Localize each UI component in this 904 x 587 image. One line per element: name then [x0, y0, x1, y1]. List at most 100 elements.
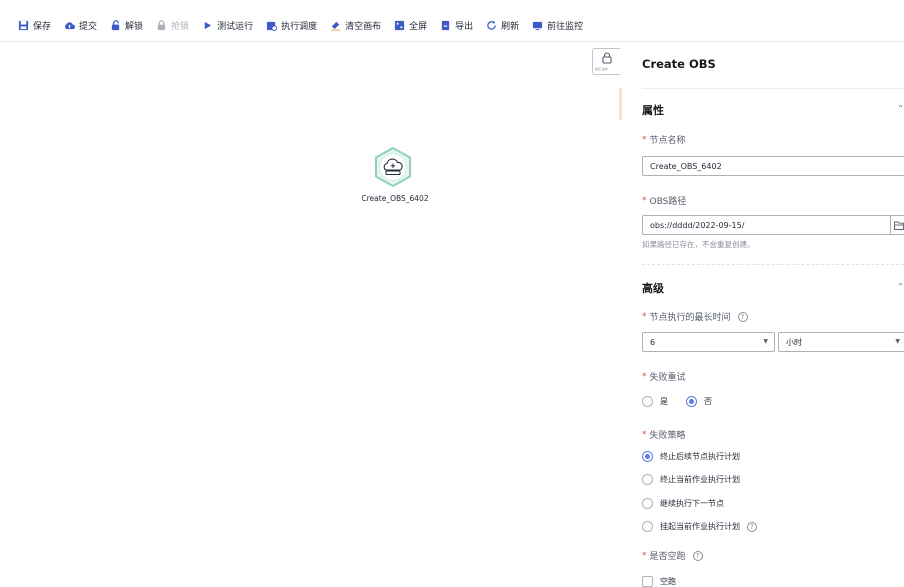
required-mark: *: [642, 311, 647, 322]
retry-yes-radio[interactable]: [642, 396, 653, 407]
required-mark: *: [642, 195, 647, 206]
node-name-label: * 节点名称: [642, 133, 686, 147]
grab-lock-button[interactable]: 抢锁: [156, 19, 189, 32]
obs-path-label: * OBS路径: [642, 194, 687, 208]
save-icon: [18, 20, 29, 30]
clear-canvas-label: 清空画布: [345, 21, 382, 32]
save-label: 保存: [33, 21, 52, 32]
policy-option[interactable]: 挂起当前作业执行计划 ?: [642, 521, 757, 532]
refresh-label: 刷新: [501, 21, 520, 32]
workflow-canvas[interactable]: [0, 42, 622, 585]
caret-down-icon: ▼: [895, 338, 900, 345]
help-icon[interactable]: ?: [692, 550, 703, 561]
toolbar: 保存 提交 解锁 抢锁 测试运行 执行调度 清空画布 全屏 导出 刷新 前往监控: [0, 14, 904, 36]
obs-path-hint: 如果路径已存在，不会重复创建。: [642, 240, 755, 249]
fullscreen-label: 全屏: [409, 21, 428, 32]
max-time-label: * 节点执行的最长时间 ?: [642, 310, 748, 323]
node-name-label-text: 节点名称: [649, 136, 686, 146]
retry-yes-label: 是: [660, 397, 668, 406]
upload-cloud-icon: [65, 21, 76, 29]
properties-section-title: 属性: [642, 104, 664, 117]
node-label: Create_OBS_6402: [361, 194, 429, 203]
policy-radio[interactable]: [642, 451, 653, 462]
chevron-up-icon[interactable]: ⌃: [897, 104, 904, 113]
folder-icon: [893, 221, 904, 230]
cloud-node-icon: [375, 146, 411, 188]
panel-title-divider: [642, 88, 904, 89]
max-time-value: 6: [650, 337, 656, 347]
schedule-icon: [266, 21, 278, 31]
test-run-label: 测试运行: [217, 21, 254, 32]
time-unit-value: 小时: [786, 337, 802, 347]
dry-run-label: * 是否空跑 ?: [642, 549, 703, 562]
required-mark: *: [642, 429, 647, 440]
time-unit-select[interactable]: 小时 ▼: [778, 332, 904, 352]
policy-option[interactable]: 继续执行下一节点: [642, 498, 724, 509]
policy-option-label: 终止当前作业执行计划: [660, 475, 740, 484]
fullscreen-button[interactable]: 全屏: [394, 19, 427, 32]
help-icon[interactable]: ?: [737, 311, 748, 322]
save-button[interactable]: 保存: [18, 19, 51, 32]
fullscreen-icon: [395, 20, 405, 30]
grab-lock-label: 抢锁: [171, 21, 190, 32]
retry-label-text: 失败重试: [649, 373, 686, 383]
chevron-up-icon[interactable]: ⌃: [897, 282, 904, 291]
refresh-icon: [487, 20, 496, 30]
clear-canvas-button[interactable]: 清空画布: [330, 19, 381, 32]
refresh-button[interactable]: 刷新: [486, 19, 519, 32]
retry-label: * 失败重试: [642, 370, 686, 384]
advanced-section-title: 高级: [642, 282, 664, 295]
max-time-label-text: 节点执行的最长时间: [649, 313, 731, 323]
canvas-lock-button[interactable]: 锁定 画布: [592, 48, 620, 75]
monitor-icon: [533, 21, 543, 30]
obs-path-input[interactable]: obs://dddd/2022-09-15/: [642, 215, 904, 235]
schedule-label: 执行调度: [281, 21, 318, 32]
dry-run-checkbox-label: 空跑: [660, 577, 676, 586]
eraser-icon: [331, 21, 341, 31]
play-icon: [204, 21, 212, 29]
policy-option[interactable]: 终止当前作业执行计划: [642, 474, 740, 485]
dry-run-checkbox[interactable]: [642, 576, 653, 587]
lock-icon: [157, 19, 166, 30]
obs-path-label-text: OBS路径: [649, 197, 687, 207]
policy-radio[interactable]: [642, 498, 653, 509]
retry-no-radio[interactable]: [686, 396, 697, 407]
obs-path-value: obs://dddd/2022-09-15/: [650, 220, 745, 230]
policy-label: * 失败策略: [642, 428, 686, 442]
panel-title: Create OBS: [642, 57, 716, 71]
policy-option[interactable]: 终止后续节点执行计划: [642, 451, 740, 462]
unlock-label: 解锁: [125, 21, 144, 32]
export-icon: [441, 20, 450, 30]
schedule-button[interactable]: 执行调度: [266, 19, 317, 32]
policy-radio[interactable]: [642, 474, 653, 485]
node-name-input[interactable]: Create_OBS_6402: [642, 156, 904, 176]
policy-radio[interactable]: [642, 521, 653, 532]
unlock-icon: [111, 19, 120, 30]
max-time-select[interactable]: 6 ▼: [642, 332, 775, 352]
go-monitor-label: 前往监控: [547, 21, 584, 32]
node-name-value: Create_OBS_6402: [650, 161, 722, 171]
lock-button-text: 锁定 画布: [595, 67, 608, 71]
go-monitor-button[interactable]: 前往监控: [532, 19, 583, 32]
submit-button[interactable]: 提交: [64, 19, 97, 32]
required-mark: *: [642, 550, 647, 561]
submit-label: 提交: [79, 21, 98, 32]
caret-down-icon: ▼: [763, 338, 768, 345]
dry-run-option[interactable]: 空跑: [642, 576, 676, 587]
dry-run-label-text: 是否空跑: [649, 552, 686, 562]
policy-option-label: 继续执行下一节点: [660, 499, 724, 508]
policy-option-label: 终止后续节点执行计划: [660, 452, 740, 461]
export-label: 导出: [455, 21, 474, 32]
workflow-node[interactable]: [373, 146, 413, 188]
test-run-button[interactable]: 测试运行: [202, 19, 253, 32]
folder-browse-button[interactable]: [890, 216, 904, 234]
unlock-button[interactable]: 解锁: [110, 19, 143, 32]
section-divider: [642, 264, 904, 265]
retry-radio-group: 是 否: [642, 396, 712, 407]
policy-label-text: 失败策略: [649, 431, 686, 441]
required-mark: *: [642, 371, 647, 382]
export-button[interactable]: 导出: [440, 19, 473, 32]
padlock-icon: [602, 52, 612, 64]
help-icon[interactable]: ?: [747, 521, 757, 532]
required-mark: *: [642, 134, 647, 145]
